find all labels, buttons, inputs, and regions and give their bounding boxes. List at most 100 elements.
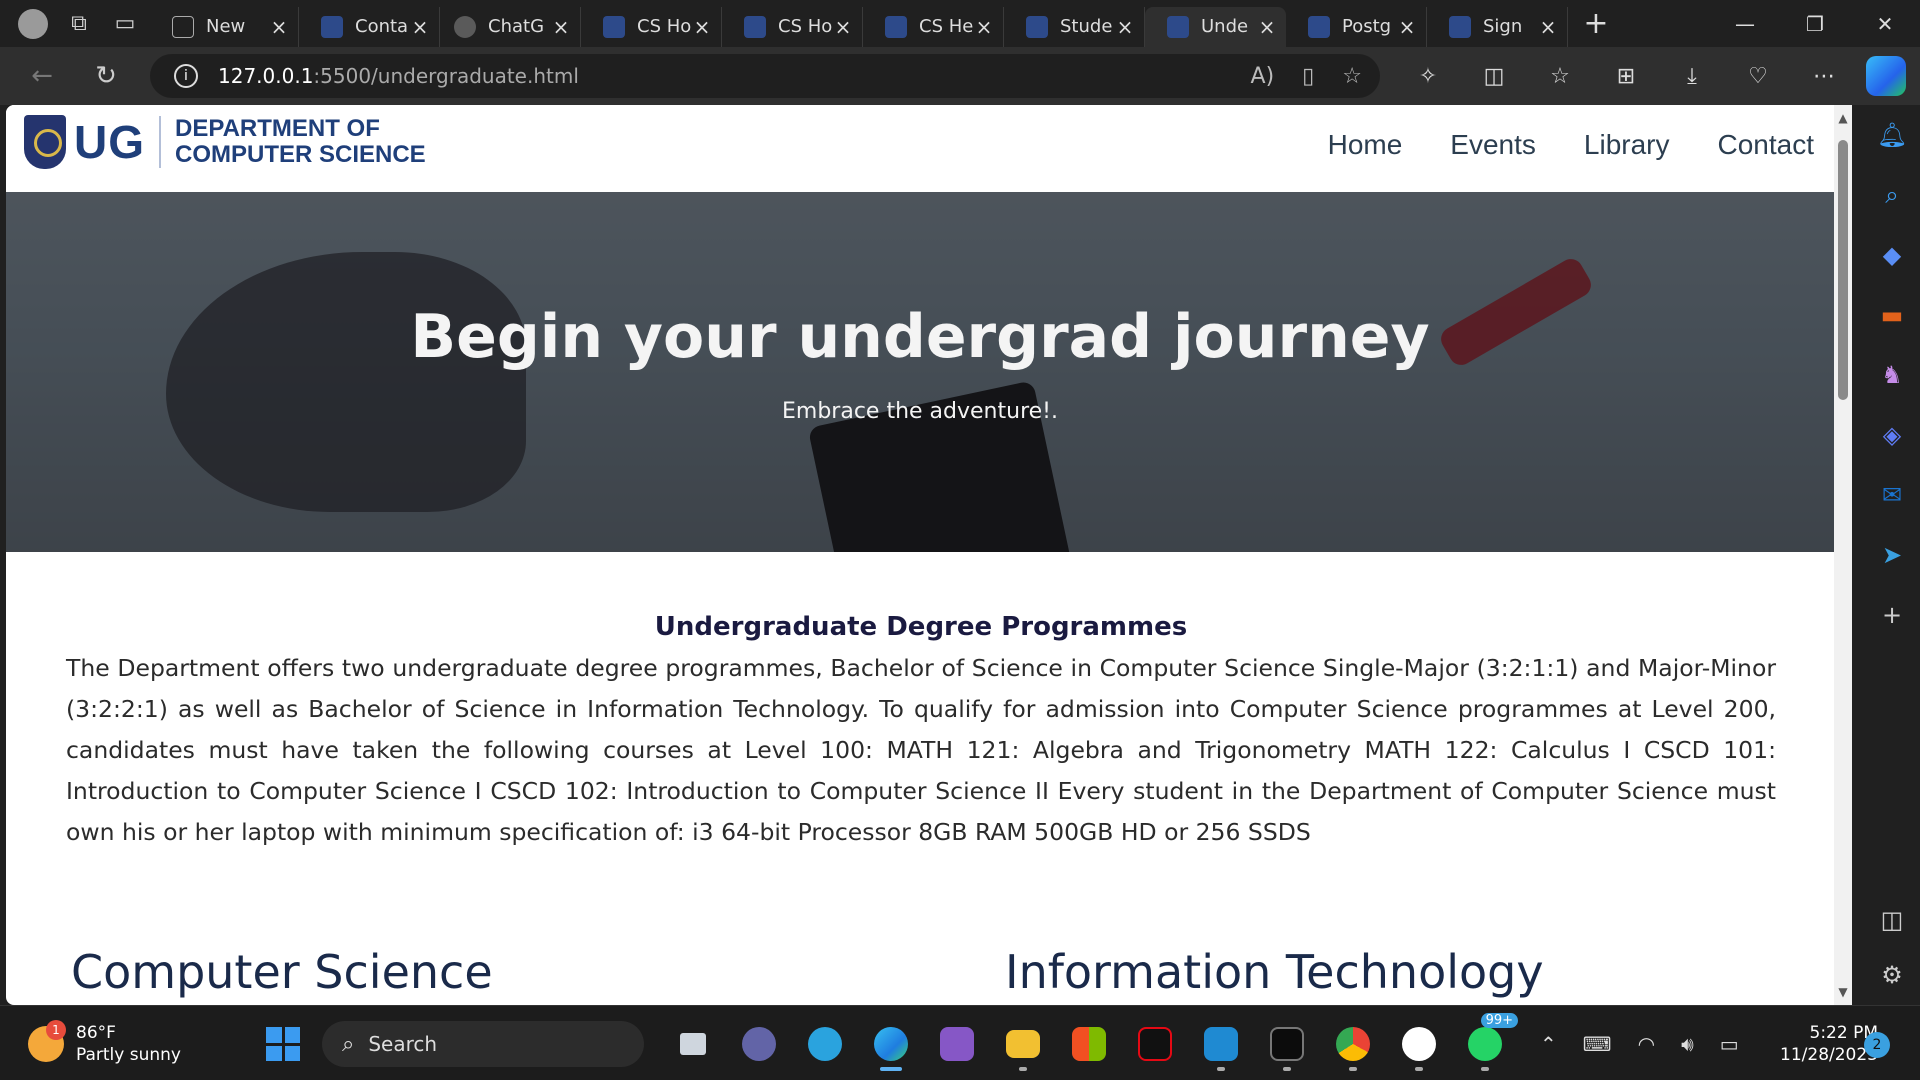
restore-button[interactable]: ❐ bbox=[1780, 0, 1850, 47]
weather-widget[interactable]: 1 86°F Partly sunny bbox=[28, 1020, 181, 1066]
battery-icon[interactable]: ▭ bbox=[1720, 1032, 1739, 1056]
games-icon[interactable]: ♞ bbox=[1872, 355, 1912, 395]
workspaces-icon[interactable]: ⧉ bbox=[56, 4, 102, 44]
favorite-star-icon[interactable]: ☆ bbox=[1342, 64, 1362, 89]
logo-divider bbox=[159, 116, 161, 168]
hero-banner: Begin your undergrad journey Embrace the… bbox=[6, 192, 1834, 552]
file-explorer-icon[interactable] bbox=[990, 1019, 1056, 1071]
scroll-up-arrow-icon[interactable]: ▲ bbox=[1836, 111, 1850, 125]
refresh-button[interactable]: ↻ bbox=[78, 56, 134, 96]
nav-library[interactable]: Library bbox=[1584, 129, 1670, 161]
collections-icon[interactable]: ⊞ bbox=[1593, 64, 1659, 89]
tab-close-icon[interactable]: × bbox=[411, 15, 429, 39]
wifi-icon[interactable]: ◠ bbox=[1638, 1032, 1655, 1056]
outlook-icon[interactable]: ✉ bbox=[1872, 475, 1912, 515]
browser-tab[interactable]: ChatG × bbox=[440, 6, 581, 47]
keyboard-icon[interactable]: ⌨ bbox=[1583, 1032, 1612, 1056]
downloads-icon[interactable]: ⤓ bbox=[1659, 64, 1725, 89]
chrome-icon[interactable] bbox=[1320, 1019, 1386, 1071]
github-desktop-icon[interactable] bbox=[1386, 1019, 1452, 1071]
site-info-icon[interactable]: i bbox=[174, 64, 198, 88]
show-hidden-icons-chevron-icon[interactable]: ⌃ bbox=[1540, 1032, 1557, 1056]
new-tab-button[interactable]: + bbox=[1576, 6, 1616, 41]
scroll-down-arrow-icon[interactable]: ▼ bbox=[1836, 985, 1850, 999]
tab-close-icon[interactable]: × bbox=[693, 15, 711, 39]
hide-sidebar-icon[interactable]: ◫ bbox=[1872, 900, 1912, 940]
copilot-icon[interactable] bbox=[1866, 56, 1906, 96]
immersive-reader-icon[interactable]: ▯ bbox=[1302, 64, 1314, 89]
page-viewport: UG DEPARTMENT OF COMPUTER SCIENCE Home E… bbox=[6, 105, 1852, 1005]
program-computer-science: Computer Science bbox=[71, 945, 493, 999]
tab-close-icon[interactable]: × bbox=[1116, 15, 1134, 39]
read-aloud-icon[interactable]: A) bbox=[1251, 64, 1275, 89]
whatsapp-icon[interactable]: 99+ bbox=[1452, 1013, 1518, 1071]
netflix-icon[interactable] bbox=[1122, 1019, 1188, 1069]
tab-close-icon[interactable]: × bbox=[270, 15, 288, 39]
browser-essentials-icon[interactable]: ♡ bbox=[1725, 64, 1791, 89]
page-scrollbar[interactable]: ▲ ▼ bbox=[1834, 105, 1852, 1005]
nav-home[interactable]: Home bbox=[1328, 129, 1403, 161]
browser-tab[interactable]: CS He × bbox=[863, 6, 1004, 47]
sidebar-settings-gear-icon[interactable]: ⚙ bbox=[1872, 955, 1912, 995]
clock[interactable]: 5:22 PM 11/28/2023 bbox=[1768, 1022, 1878, 1066]
hero-subtitle: Embrace the adventure!. bbox=[782, 399, 1058, 424]
extensions-icon[interactable]: ✧ bbox=[1395, 64, 1461, 89]
start-button-windows-icon[interactable] bbox=[266, 1027, 300, 1061]
send-icon[interactable]: ➤ bbox=[1872, 535, 1912, 575]
browser-tab[interactable]: CS Ho × bbox=[722, 6, 863, 47]
tab-title: Conta bbox=[355, 16, 409, 37]
nav-events[interactable]: Events bbox=[1450, 129, 1536, 161]
add-sidebar-app-icon[interactable]: + bbox=[1872, 595, 1912, 635]
tabs-container: New × Conta × ChatG × CS Ho × CS Ho × CS He × Stude ×… bbox=[158, 0, 1568, 47]
address-host: 127.0.0.1 bbox=[218, 64, 314, 88]
browser-tab[interactable]: Unde × bbox=[1145, 6, 1286, 47]
vertical-tabs-icon[interactable]: ▭ bbox=[102, 4, 148, 44]
taskbar-search-box[interactable]: ⌕ Search bbox=[322, 1021, 644, 1067]
profile-avatar[interactable] bbox=[10, 4, 56, 44]
notification-count-badge[interactable]: 2 bbox=[1864, 1032, 1890, 1058]
edge-browser-icon[interactable] bbox=[858, 1019, 924, 1071]
telegram-icon[interactable] bbox=[792, 1019, 858, 1069]
teams-chat-icon[interactable] bbox=[726, 1019, 792, 1069]
tools-icon[interactable]: ▬ bbox=[1872, 295, 1912, 335]
volume-icon[interactable]: 🔊︎ bbox=[1681, 1032, 1694, 1056]
address-bar[interactable]: i 127.0.0.1:5500/undergraduate.html A) ▯… bbox=[150, 54, 1380, 98]
tab-close-icon[interactable]: × bbox=[552, 15, 570, 39]
browser-tab[interactable]: Stude × bbox=[1004, 6, 1145, 47]
site-logo[interactable]: UG DEPARTMENT OF COMPUTER SCIENCE bbox=[24, 115, 426, 169]
tab-close-icon[interactable]: × bbox=[1398, 15, 1416, 39]
ug-crest-icon bbox=[744, 15, 766, 38]
back-button[interactable]: ← bbox=[14, 56, 70, 96]
section-description: The Department offers two undergraduate … bbox=[66, 654, 1776, 846]
weather-temp: 86°F bbox=[76, 1023, 116, 1043]
tab-close-icon[interactable]: × bbox=[975, 15, 993, 39]
task-view-icon[interactable] bbox=[660, 1019, 726, 1069]
programme-columns: Computer Science Information Technology bbox=[71, 945, 1771, 999]
ug-crest-icon bbox=[1026, 15, 1048, 38]
logo-text: UG bbox=[74, 116, 145, 168]
browser-tab[interactable]: Postg × bbox=[1286, 6, 1427, 47]
split-screen-icon[interactable]: ◫ bbox=[1461, 64, 1527, 89]
shopping-tag-icon[interactable]: ◆ bbox=[1872, 235, 1912, 275]
browser-tab[interactable]: Sign × bbox=[1427, 6, 1568, 47]
notifications-bell-icon[interactable]: 🔔︎ bbox=[1872, 115, 1912, 155]
nav-contact[interactable]: Contact bbox=[1718, 129, 1815, 161]
copilot-sidebar-icon[interactable]: ◈ bbox=[1872, 415, 1912, 455]
vscode-icon[interactable] bbox=[1188, 1019, 1254, 1071]
tab-close-icon[interactable]: × bbox=[834, 15, 852, 39]
browser-tab[interactable]: New × bbox=[158, 6, 299, 47]
scroll-thumb[interactable] bbox=[1838, 140, 1848, 400]
tab-close-icon[interactable]: × bbox=[1539, 15, 1557, 39]
browser-tab[interactable]: CS Ho × bbox=[581, 6, 722, 47]
more-menu-icon[interactable]: ⋯ bbox=[1791, 64, 1857, 89]
visual-studio-icon[interactable] bbox=[924, 1019, 990, 1069]
browser-tab[interactable]: Conta × bbox=[299, 6, 440, 47]
close-window-button[interactable]: ✕ bbox=[1850, 0, 1920, 47]
microsoft-store-icon[interactable] bbox=[1056, 1019, 1122, 1069]
search-icon[interactable]: ⌕ bbox=[1872, 175, 1912, 215]
ug-crest-icon bbox=[1449, 15, 1471, 38]
minimize-button[interactable]: — bbox=[1710, 0, 1780, 47]
tab-close-icon[interactable]: × bbox=[1258, 15, 1276, 39]
favorites-icon[interactable]: ☆ bbox=[1527, 64, 1593, 89]
terminal-icon[interactable] bbox=[1254, 1019, 1320, 1071]
